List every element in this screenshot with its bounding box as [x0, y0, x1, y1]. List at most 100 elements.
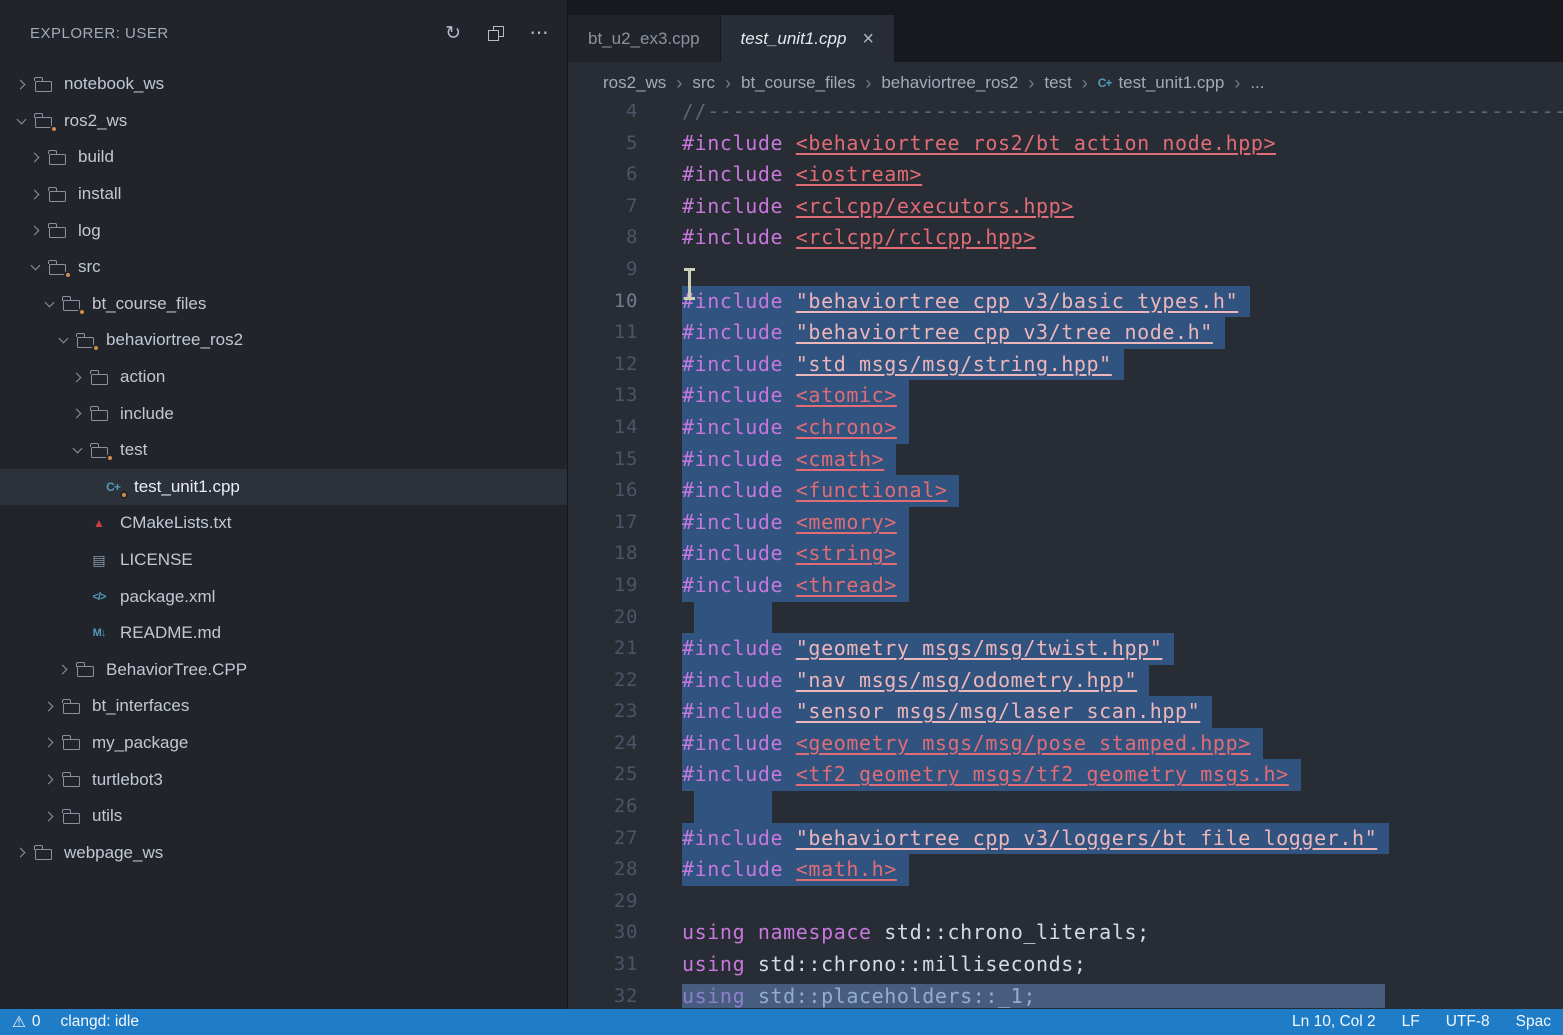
tree-item-ros2_ws[interactable]: ros2_ws	[0, 103, 567, 140]
tree-item-test[interactable]: test	[0, 432, 567, 469]
breadcrumb-item-behaviortree_ros2[interactable]: behaviortree_ros2	[881, 73, 1018, 93]
code-line-29[interactable]: 29	[568, 886, 1563, 918]
tree-item-notebook_ws[interactable]: notebook_ws	[0, 66, 567, 103]
breadcrumb-item-test_unit1.cpp[interactable]: C+test_unit1.cpp	[1098, 73, 1225, 93]
folder-icon	[45, 221, 69, 241]
line-number: 14	[568, 412, 638, 444]
code-line-5[interactable]: 5#include <behaviortree_ros2/bt_action_n…	[568, 128, 1563, 160]
tree-item-utils[interactable]: utils	[0, 798, 567, 835]
code-line-16[interactable]: 16#include <functional>	[568, 475, 1563, 507]
code-line-18[interactable]: 18#include <string>	[568, 538, 1563, 570]
code-line-26[interactable]: 26	[568, 791, 1563, 823]
line-number: 24	[568, 728, 638, 760]
code-line-21[interactable]: 21#include "geometry_msgs/msg/twist.hpp"	[568, 633, 1563, 665]
tree-item-log[interactable]: log	[0, 212, 567, 249]
tree-item-behaviortree_ros2[interactable]: behaviortree_ros2	[0, 322, 567, 359]
close-tab-icon[interactable]: ×	[862, 29, 874, 49]
code-line-4[interactable]: 4//-------------------------------------…	[568, 104, 1563, 128]
status-indentation[interactable]: Spac	[1516, 1013, 1551, 1031]
code-line-30[interactable]: 30using namespace std::chrono_literals;	[568, 917, 1563, 949]
code-line-25[interactable]: 25#include <tf2_geometry_msgs/tf2_geomet…	[568, 759, 1563, 791]
code-line-22[interactable]: 22#include "nav_msgs/msg/odometry.hpp"	[568, 665, 1563, 697]
tree-item-turtlebot3[interactable]: turtlebot3	[0, 761, 567, 798]
code-text: #include <geometry_msgs/msg/pose_stamped…	[682, 728, 1263, 760]
line-number: 31	[568, 949, 638, 981]
chevron-collapsed-icon	[40, 725, 59, 762]
horizontal-scrollbar[interactable]	[682, 984, 1385, 1008]
code-line-19[interactable]: 19#include <thread>	[568, 570, 1563, 602]
code-line-8[interactable]: 8#include <rclcpp/rclcpp.hpp>	[568, 222, 1563, 254]
status-clangd-status[interactable]: clangd: idle	[61, 1013, 139, 1031]
status-text: Spac	[1516, 1013, 1551, 1031]
code-line-6[interactable]: 6#include <iostream>	[568, 159, 1563, 191]
tab-test_unit1.cpp[interactable]: test_unit1.cpp×	[721, 15, 895, 62]
chevron-expanded-icon	[68, 432, 87, 469]
code-line-23[interactable]: 23#include "sensor_msgs/msg/laser_scan.h…	[568, 696, 1563, 728]
code-line-27[interactable]: 27#include "behaviortree_cpp_v3/loggers/…	[568, 823, 1563, 855]
tree-item-package.xml[interactable]: </>package.xml	[0, 578, 567, 615]
folder-icon	[59, 696, 83, 716]
tree-item-bt_course_files[interactable]: bt_course_files	[0, 286, 567, 323]
breadcrumb-item-bt_course_files[interactable]: bt_course_files	[741, 73, 855, 93]
tree-item-include[interactable]: include	[0, 395, 567, 432]
breadcrumb-item-test[interactable]: test	[1044, 73, 1071, 93]
code-editor[interactable]: 4//-------------------------------------…	[568, 104, 1563, 1009]
tree-item-webpage_ws[interactable]: webpage_ws	[0, 834, 567, 871]
status-cursor-position[interactable]: Ln 10, Col 2	[1292, 1013, 1376, 1031]
status-eol[interactable]: LF	[1402, 1013, 1420, 1031]
folder-icon	[45, 184, 69, 204]
folder-icon	[87, 404, 111, 424]
tree-item-my_package[interactable]: my_package	[0, 725, 567, 762]
breadcrumb-item-...[interactable]: ...	[1250, 73, 1264, 93]
breadcrumb-label: ros2_ws	[603, 73, 666, 93]
status-encoding[interactable]: UTF-8	[1446, 1013, 1490, 1031]
tree-item-README.md[interactable]: M↓README.md	[0, 615, 567, 652]
code-line-7[interactable]: 7#include <rclcpp/executors.hpp>	[568, 191, 1563, 223]
tree-item-action[interactable]: action	[0, 359, 567, 396]
code-line-12[interactable]: 12#include "std_msgs/msg/string.hpp"	[568, 349, 1563, 381]
collapse-all-icon[interactable]	[488, 26, 504, 41]
tab-bt_u2_ex3.cpp[interactable]: bt_u2_ex3.cpp	[568, 15, 720, 62]
code-line-15[interactable]: 15#include <cmath>	[568, 444, 1563, 476]
tree-item-CMakeLists.txt[interactable]: ▲CMakeLists.txt	[0, 505, 567, 542]
tree-item-bt_interfaces[interactable]: bt_interfaces	[0, 688, 567, 725]
code-line-31[interactable]: 31using std::chrono::milliseconds;	[568, 949, 1563, 981]
more-actions-icon[interactable]: ⋯	[530, 24, 550, 43]
code-text: #include <rclcpp/rclcpp.hpp>	[682, 222, 1036, 254]
status-text: LF	[1402, 1013, 1420, 1031]
breadcrumb-item-ros2_ws[interactable]: ros2_ws	[603, 73, 666, 93]
status-text: clangd: idle	[61, 1013, 139, 1031]
breadcrumb-label: test_unit1.cpp	[1118, 73, 1224, 93]
chevron-collapsed-icon	[40, 688, 59, 725]
code-line-13[interactable]: 13#include <atomic>	[568, 380, 1563, 412]
tree-item-label: bt_course_files	[92, 294, 206, 314]
line-number: 20	[568, 602, 638, 634]
tree-item-install[interactable]: install	[0, 176, 567, 213]
license-file-icon: ▤	[87, 550, 111, 570]
code-line-14[interactable]: 14#include <chrono>	[568, 412, 1563, 444]
cpp-file-icon: C+	[101, 477, 125, 497]
code-line-20[interactable]: 20	[568, 602, 1563, 634]
breadcrumb-item-src[interactable]: src	[692, 73, 715, 93]
code-text: #include <math.h>	[682, 854, 909, 886]
refresh-icon[interactable]: ↻	[445, 24, 461, 43]
tree-item-src[interactable]: src	[0, 249, 567, 286]
tree-item-build[interactable]: build	[0, 139, 567, 176]
line-number: 6	[568, 159, 638, 191]
code-line-28[interactable]: 28#include <math.h>	[568, 854, 1563, 886]
chevron-expanded-icon	[54, 322, 73, 359]
twisty-spacer	[68, 578, 87, 615]
code-line-11[interactable]: 11#include "behaviortree_cpp_v3/tree_nod…	[568, 317, 1563, 349]
tree-item-LICENSE[interactable]: ▤LICENSE	[0, 542, 567, 579]
code-text: #include <behaviortree_ros2/bt_action_no…	[682, 128, 1276, 160]
code-line-17[interactable]: 17#include <memory>	[568, 507, 1563, 539]
tree-item-BehaviorTree.CPP[interactable]: BehaviorTree.CPP	[0, 652, 567, 689]
status-problems[interactable]: ⚠0	[12, 1013, 41, 1032]
code-line-24[interactable]: 24 #include <geometry_msgs/msg/pose_stamp…	[568, 728, 1563, 760]
code-line-9[interactable]: 9	[568, 254, 1563, 286]
code-line-10[interactable]: 10#include "behaviortree_cpp_v3/basic_ty…	[568, 286, 1563, 318]
breadcrumb: ros2_ws›src›bt_course_files›behaviortree…	[568, 62, 1563, 104]
line-number: 19	[568, 570, 638, 602]
chevron-collapsed-icon	[26, 176, 45, 213]
tree-item-test_unit1.cpp[interactable]: C+test_unit1.cpp	[0, 469, 567, 506]
